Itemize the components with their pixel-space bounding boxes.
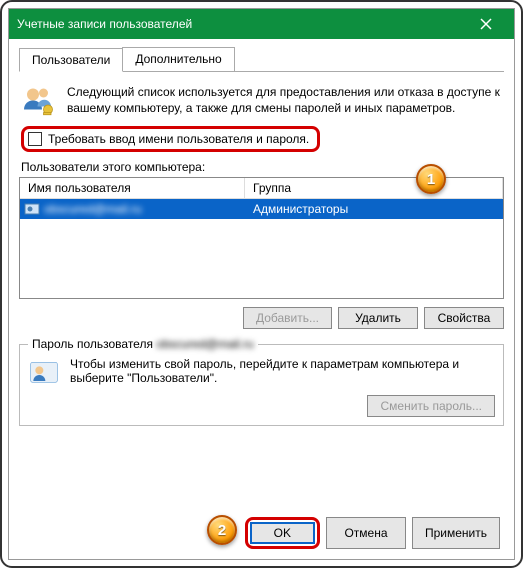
require-login-checkbox[interactable] [28, 132, 42, 146]
require-login-checkbox-row[interactable]: Требовать ввод имени пользователя и паро… [21, 126, 320, 152]
user-row-icon [24, 201, 40, 217]
cancel-button[interactable]: Отмена [326, 517, 406, 549]
close-button[interactable] [466, 9, 506, 39]
col-header-group[interactable]: Группа [245, 178, 503, 198]
user-list[interactable]: Имя пользователя Группа obscured@mail.ru… [19, 177, 504, 299]
user-list-row[interactable]: obscured@mail.ru Администраторы [20, 199, 503, 219]
annotation-badge-1: 1 [416, 164, 446, 194]
tab-users[interactable]: Пользователи [19, 48, 123, 72]
annotation-badge-2: 2 [207, 515, 237, 545]
tabs: Пользователи Дополнительно [19, 47, 504, 72]
ok-highlight: OK [245, 517, 320, 549]
dialog-button-row: OK Отмена Применить [9, 517, 514, 549]
titlebar: Учетные записи пользователей [9, 9, 514, 39]
userlist-buttons: Добавить... Удалить Свойства [19, 307, 504, 329]
password-legend-prefix: Пароль пользователя [32, 337, 156, 351]
user-accounts-dialog: Учетные записи пользователей Пользовател… [8, 8, 515, 560]
user-card-icon [28, 357, 60, 389]
description-row: Следующий список используется для предос… [19, 78, 504, 126]
tab-advanced[interactable]: Дополнительно [122, 47, 234, 71]
users-keys-icon [21, 84, 57, 120]
remove-button[interactable]: Удалить [338, 307, 418, 329]
password-group-legend: Пароль пользователя obscured@mail.ru [28, 337, 258, 351]
properties-button[interactable]: Свойства [424, 307, 504, 329]
user-row-group: Администраторы [245, 200, 503, 218]
password-legend-user: obscured@mail.ru [156, 337, 254, 351]
change-password-button: Сменить пароль... [367, 395, 495, 417]
user-row-name: obscured@mail.ru [44, 202, 142, 216]
password-group: Пароль пользователя obscured@mail.ru Что… [19, 337, 504, 426]
apply-button[interactable]: Применить [412, 517, 500, 549]
window-title: Учетные записи пользователей [17, 17, 466, 31]
dialog-content: Пользователи Дополнительно Следующий спи… [9, 39, 514, 442]
col-header-username[interactable]: Имя пользователя [20, 178, 245, 198]
close-icon [480, 18, 492, 30]
add-button: Добавить... [243, 307, 332, 329]
description-text: Следующий список используется для предос… [67, 84, 502, 120]
password-text: Чтобы изменить свой пароль, перейдите к … [70, 357, 495, 385]
ok-button[interactable]: OK [250, 522, 315, 544]
require-login-label: Требовать ввод имени пользователя и паро… [48, 132, 309, 146]
